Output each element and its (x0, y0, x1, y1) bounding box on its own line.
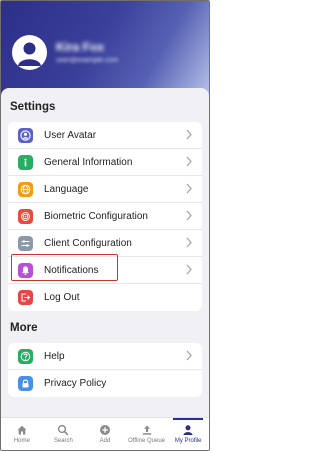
more-section-title: More (10, 322, 38, 334)
more-card: Help Privacy Policy (8, 343, 202, 397)
settings-item-label: Notifications (44, 264, 99, 276)
chevron-right-icon (186, 156, 192, 167)
settings-item-user-avatar[interactable]: User Avatar (8, 122, 202, 149)
settings-section-title: Settings (10, 101, 56, 113)
settings-item-label: User Avatar (44, 129, 97, 141)
settings-item-label: Biometric Configuration (44, 210, 148, 222)
tab-search[interactable]: Search (43, 418, 85, 450)
more-item-label: Help (44, 350, 65, 362)
add-icon (99, 425, 110, 435)
bell-icon (18, 262, 33, 278)
info-icon (18, 154, 33, 170)
user-name: Kira Fox (56, 40, 105, 54)
tab-my-profile[interactable]: My Profile (167, 418, 209, 450)
home-icon (17, 425, 27, 435)
profile-icon (183, 425, 193, 435)
settings-item-label: Log Out (44, 292, 80, 303)
settings-item-client-configuration[interactable]: Client Configuration (8, 230, 202, 257)
more-item-help[interactable]: Help (8, 343, 202, 370)
logout-icon (18, 290, 33, 305)
more-item-label: Privacy Policy (44, 378, 107, 389)
settings-card: User Avatar General Information Language (8, 122, 202, 311)
profile-header: Kira Fox user@example.com (1, 1, 209, 97)
chevron-right-icon (186, 350, 192, 361)
avatar[interactable] (12, 35, 47, 70)
settings-item-language[interactable]: Language (8, 176, 202, 203)
settings-item-label: General Information (44, 156, 133, 168)
chevron-right-icon (186, 210, 192, 221)
tab-offline-queue[interactable]: Offline Queue (126, 418, 168, 450)
settings-item-biometric-configuration[interactable]: Biometric Configuration (8, 203, 202, 230)
settings-item-log-out[interactable]: Log Out (8, 284, 202, 311)
tab-label: My Profile (174, 438, 202, 444)
user-silhouette-icon (18, 42, 41, 66)
user-avatar-icon (18, 127, 33, 143)
settings-item-notifications[interactable]: Notifications (8, 257, 202, 284)
tab-add[interactable]: Add (84, 418, 126, 450)
globe-icon (18, 181, 33, 197)
sliders-icon (18, 235, 33, 251)
chevron-right-icon (186, 264, 192, 275)
tab-label: Offline Queue (128, 438, 166, 444)
tab-label: Home (13, 438, 30, 444)
tab-home[interactable]: Home (1, 418, 43, 450)
help-icon (18, 348, 33, 364)
user-email: user@example.com (56, 57, 119, 64)
upload-icon (142, 425, 151, 435)
chevron-right-icon (186, 129, 192, 140)
tab-label: Add (99, 438, 111, 444)
more-item-privacy-policy[interactable]: Privacy Policy (8, 370, 202, 397)
settings-item-label: Client Configuration (44, 237, 132, 249)
chevron-right-icon (186, 183, 192, 194)
app-frame: Kira Fox user@example.com Settings User … (0, 0, 210, 451)
search-icon (58, 424, 69, 436)
fingerprint-icon (18, 208, 33, 224)
settings-item-general-information[interactable]: General Information (8, 149, 202, 176)
chevron-right-icon (186, 237, 192, 248)
tab-label: Search (53, 438, 73, 444)
bottom-tab-bar: Home Search Add Offline Queue My Profile (1, 417, 209, 450)
lock-icon (18, 376, 33, 391)
settings-item-label: Language (44, 183, 89, 195)
settings-content: Settings User Avatar General Information (1, 88, 209, 416)
